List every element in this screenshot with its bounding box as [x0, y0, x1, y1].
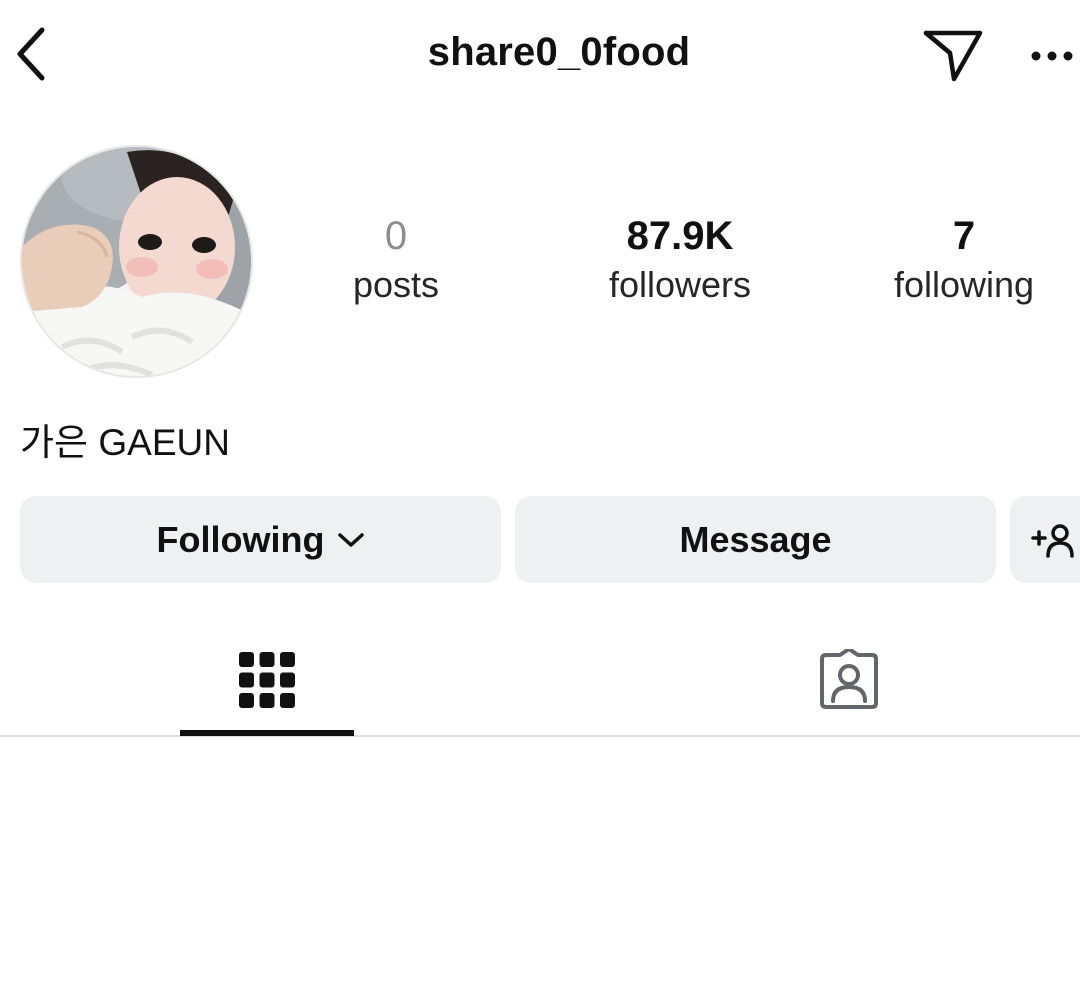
profile-page: share0_0food 0 posts 87.9K followers 7 f…: [0, 0, 1080, 990]
tagged-icon: [820, 649, 878, 709]
direct-message-button[interactable]: [918, 24, 988, 86]
followers-value: 87.9K: [626, 214, 734, 258]
followers-count[interactable]: 87.9K followers: [560, 208, 800, 306]
active-tab-indicator: [180, 730, 354, 736]
followers-label: followers: [608, 264, 752, 305]
following-label: following: [893, 264, 1035, 305]
display-name: 가은 GAEUN: [20, 422, 230, 463]
following-count[interactable]: 7 following: [844, 208, 1080, 306]
posts-value: 0: [384, 214, 408, 258]
tab-posts-grid[interactable]: [180, 630, 354, 730]
following-value: 7: [952, 214, 976, 258]
message-button-label: Message: [679, 518, 832, 560]
following-button-label: Following: [156, 518, 325, 560]
posts-count[interactable]: 0 posts: [276, 208, 516, 306]
chevron-down-icon: [338, 532, 365, 548]
message-button[interactable]: Message: [515, 496, 996, 583]
posts-label: posts: [352, 264, 440, 305]
more-options-button[interactable]: [1024, 36, 1080, 76]
avatar-image: [22, 147, 251, 376]
grid-icon: [239, 652, 295, 708]
profile-avatar[interactable]: [20, 145, 253, 378]
paper-plane-icon: [923, 30, 983, 82]
following-button[interactable]: Following: [20, 496, 501, 583]
tab-tagged[interactable]: [762, 630, 936, 730]
posts-grid-area: [0, 737, 1080, 990]
ellipsis-icon: [1031, 51, 1073, 61]
suggest-users-button[interactable]: [1010, 496, 1080, 583]
add-user-icon: [1031, 523, 1074, 558]
